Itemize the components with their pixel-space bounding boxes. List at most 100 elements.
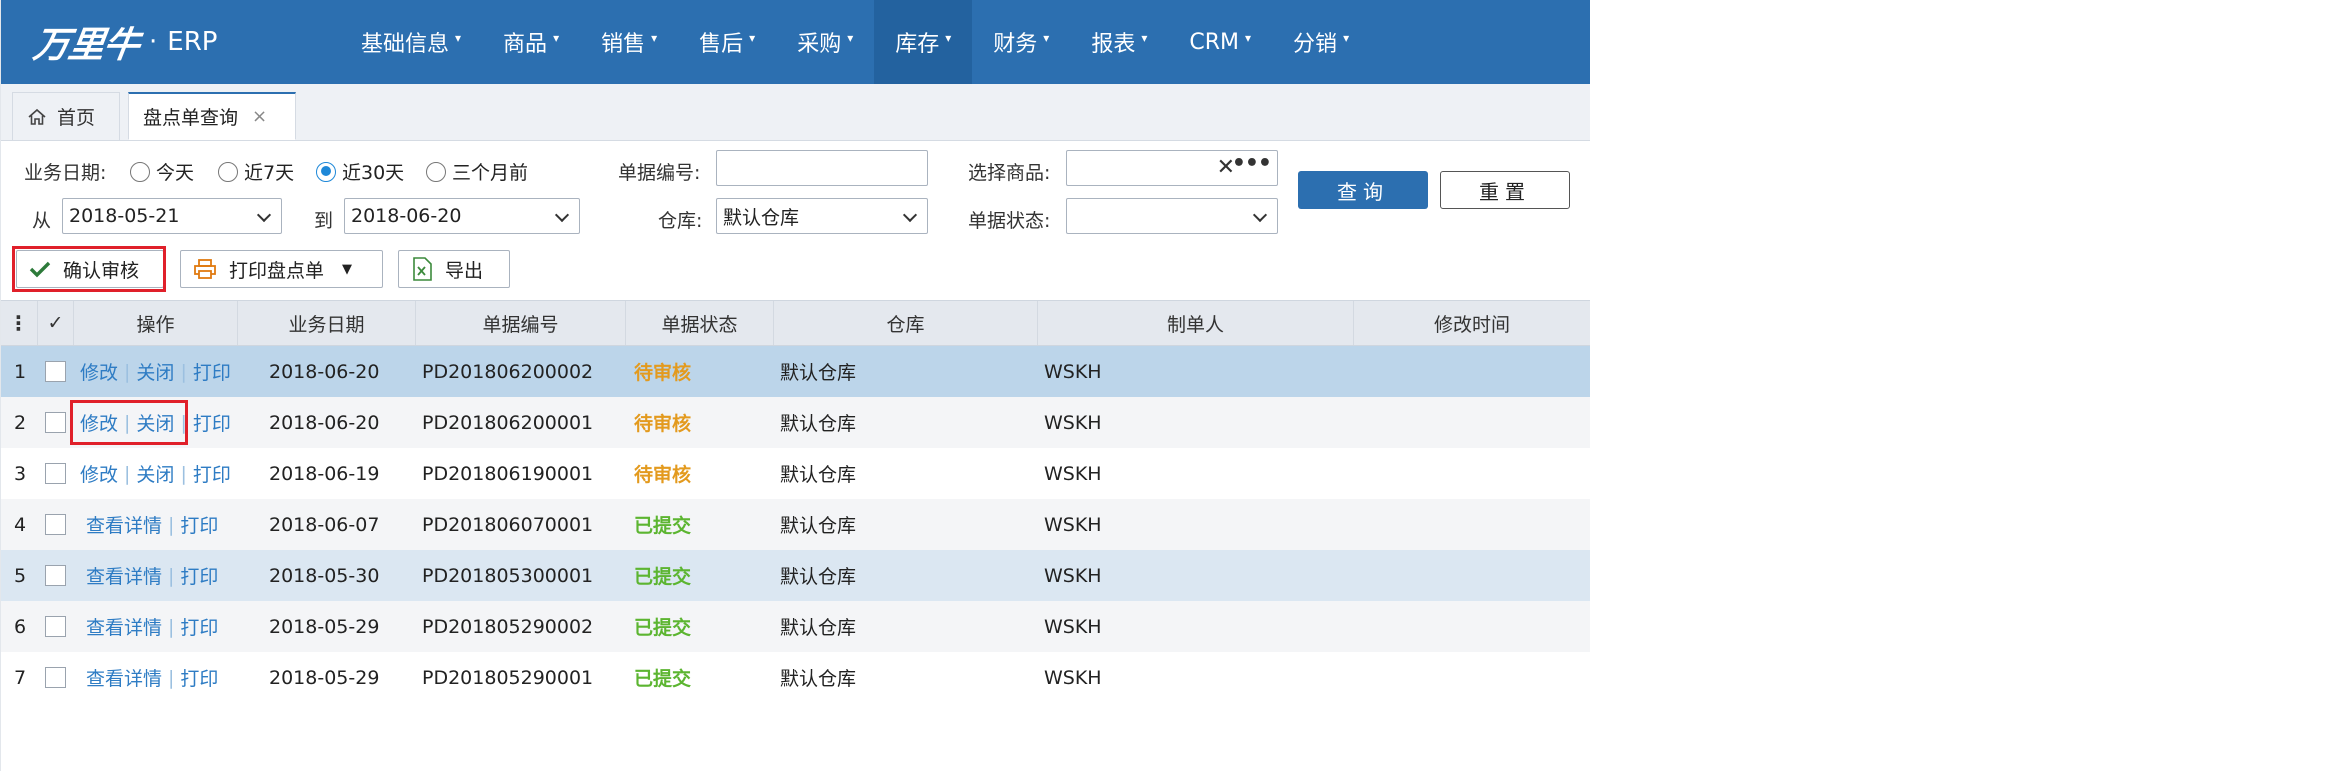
close-link[interactable]: 关闭 bbox=[136, 358, 174, 385]
tab-home[interactable]: 首页 bbox=[12, 92, 120, 140]
row-doc-no: PD201806070001 bbox=[422, 513, 594, 536]
column-header-modified-time[interactable]: 修改时间 bbox=[1354, 301, 1590, 345]
from-date-input[interactable]: 2018-05-21 bbox=[62, 198, 282, 234]
table-row[interactable]: 6 查看详情 | 打印 2018-05-29 PD201805290002 已提交… bbox=[0, 601, 1590, 652]
row-checkbox[interactable] bbox=[45, 667, 66, 688]
brand-dot: · bbox=[149, 27, 158, 57]
status-badge: 已提交 bbox=[634, 668, 692, 690]
row-number: 4 bbox=[14, 513, 27, 536]
row-number: 3 bbox=[14, 462, 27, 485]
column-menu-icon[interactable]: ⋮ bbox=[0, 301, 38, 345]
table-row[interactable]: 4 查看详情 | 打印 2018-06-07 PD201806070001 已提交… bbox=[0, 499, 1590, 550]
edit-link[interactable]: 修改 bbox=[80, 409, 118, 436]
row-checkbox[interactable] bbox=[45, 361, 66, 382]
left-border bbox=[0, 0, 1, 771]
stocktake-grid: ⋮ ✓ 操作 业务日期 单据编号 单据状态 仓库 制单人 修改时间 1 修改 | … bbox=[0, 300, 1590, 703]
edit-link[interactable]: 修改 bbox=[80, 358, 118, 385]
menu-label: 售后 bbox=[699, 32, 744, 57]
menu-goods[interactable]: 商品 ▾ bbox=[482, 0, 580, 84]
menu-basic-info[interactable]: 基础信息 ▾ bbox=[340, 0, 482, 84]
query-button[interactable]: 查询 bbox=[1298, 171, 1428, 209]
row-checkbox[interactable] bbox=[45, 463, 66, 484]
reset-button[interactable]: 重置 bbox=[1440, 171, 1570, 209]
row-date: 2018-06-19 bbox=[269, 462, 380, 485]
close-link[interactable]: 关闭 bbox=[136, 460, 174, 487]
radio-3months-ago[interactable]: 三个月前 bbox=[426, 158, 528, 185]
row-number: 2 bbox=[14, 411, 27, 434]
menu-sales[interactable]: 销售 ▾ bbox=[580, 0, 678, 84]
product-select-input[interactable]: ✕ ••• bbox=[1066, 150, 1278, 186]
row-number: 7 bbox=[14, 666, 27, 689]
print-link[interactable]: 打印 bbox=[180, 664, 218, 691]
check-icon bbox=[29, 260, 51, 278]
radio-7days[interactable]: 近7天 bbox=[218, 158, 294, 185]
table-row[interactable]: 7 查看详情 | 打印 2018-05-29 PD201805290001 已提交… bbox=[0, 652, 1590, 703]
menu-distribution[interactable]: 分销 ▾ bbox=[1272, 0, 1370, 84]
menu-crm[interactable]: CRM ▾ bbox=[1168, 0, 1272, 84]
menu-after-sales[interactable]: 售后 ▾ bbox=[678, 0, 776, 84]
menu-label: 报表 bbox=[1091, 32, 1136, 57]
separator: | bbox=[168, 666, 175, 689]
column-header-date[interactable]: 业务日期 bbox=[238, 301, 416, 345]
brand[interactable]: 万里牛 · ERP bbox=[0, 16, 330, 68]
print-link[interactable]: 打印 bbox=[180, 613, 218, 640]
menu-finance[interactable]: 财务 ▾ bbox=[972, 0, 1070, 84]
menu-label: CRM bbox=[1189, 29, 1240, 55]
edit-link[interactable]: 修改 bbox=[80, 460, 118, 487]
row-date: 2018-06-20 bbox=[269, 360, 380, 383]
row-number: 1 bbox=[14, 360, 27, 383]
row-doc-no: PD201805300001 bbox=[422, 564, 594, 587]
print-link[interactable]: 打印 bbox=[180, 511, 218, 538]
view-detail-link[interactable]: 查看详情 bbox=[86, 664, 162, 691]
menu-purchase[interactable]: 采购 ▾ bbox=[776, 0, 874, 84]
table-row[interactable]: 3 修改 | 关闭 | 打印 2018-06-19 PD201806190001 待… bbox=[0, 448, 1590, 499]
chevron-down-icon: ▾ bbox=[651, 31, 658, 45]
row-actions: 修改 | 关闭 | 打印 bbox=[80, 346, 231, 397]
table-row[interactable]: 2 修改 | 关闭 | 打印 2018-06-20 PD201806200001 待… bbox=[0, 397, 1590, 448]
check-all-icon[interactable]: ✓ bbox=[38, 301, 74, 345]
radio-30days[interactable]: 近30天 bbox=[316, 158, 404, 185]
row-checkbox[interactable] bbox=[45, 616, 66, 637]
row-checkbox[interactable] bbox=[45, 514, 66, 535]
warehouse-select[interactable]: 默认仓库 bbox=[716, 198, 928, 234]
status-badge: 待审核 bbox=[634, 464, 692, 486]
export-button[interactable]: 导出 bbox=[398, 250, 510, 288]
view-detail-link[interactable]: 查看详情 bbox=[86, 562, 162, 589]
grid-header: ⋮ ✓ 操作 业务日期 单据编号 单据状态 仓库 制单人 修改时间 bbox=[0, 300, 1590, 346]
menu-label: 基础信息 bbox=[361, 32, 450, 57]
view-detail-link[interactable]: 查看详情 bbox=[86, 511, 162, 538]
print-link[interactable]: 打印 bbox=[193, 409, 231, 436]
row-checkbox[interactable] bbox=[45, 565, 66, 586]
to-date-input[interactable]: 2018-06-20 bbox=[344, 198, 580, 234]
row-checkbox[interactable] bbox=[45, 412, 66, 433]
chevron-down-icon[interactable]: ▼ bbox=[342, 262, 352, 277]
menu-label: 库存 bbox=[895, 32, 940, 57]
column-header-status[interactable]: 单据状态 bbox=[626, 301, 774, 345]
column-header-doc-no[interactable]: 单据编号 bbox=[416, 301, 626, 345]
column-header-warehouse[interactable]: 仓库 bbox=[774, 301, 1038, 345]
doc-no-input[interactable] bbox=[716, 150, 928, 186]
confirm-audit-button[interactable]: 确认审核 bbox=[16, 250, 164, 288]
row-doc-no: PD201806200001 bbox=[422, 411, 594, 434]
close-icon[interactable]: × bbox=[252, 106, 267, 127]
table-row[interactable]: 5 查看详情 | 打印 2018-05-30 PD201805300001 已提交… bbox=[0, 550, 1590, 601]
tab-stocktake-query[interactable]: 盘点单查询 × bbox=[128, 92, 296, 140]
menu-inventory[interactable]: 库存 ▾ bbox=[874, 0, 973, 84]
status-label: 单据状态: bbox=[968, 210, 1051, 232]
column-header-maker[interactable]: 制单人 bbox=[1038, 301, 1354, 345]
confirm-audit-label: 确认审核 bbox=[63, 259, 140, 282]
print-link[interactable]: 打印 bbox=[180, 562, 218, 589]
print-stocktake-label: 打印盘点单 bbox=[229, 259, 325, 282]
view-detail-link[interactable]: 查看详情 bbox=[86, 613, 162, 640]
table-row[interactable]: 1 修改 | 关闭 | 打印 2018-06-20 PD201806200002 待… bbox=[0, 346, 1590, 397]
radio-today[interactable]: 今天 bbox=[130, 158, 194, 185]
menu-label: 财务 bbox=[993, 32, 1038, 57]
chevron-down-icon: ▾ bbox=[749, 31, 756, 45]
close-link[interactable]: 关闭 bbox=[136, 409, 174, 436]
more-icon[interactable]: ••• bbox=[1232, 151, 1272, 176]
print-link[interactable]: 打印 bbox=[193, 358, 231, 385]
print-stocktake-button[interactable]: 打印盘点单 ▼ bbox=[180, 250, 383, 288]
status-select[interactable] bbox=[1066, 198, 1278, 234]
print-link[interactable]: 打印 bbox=[193, 460, 231, 487]
menu-reports[interactable]: 报表 ▾ bbox=[1070, 0, 1168, 84]
